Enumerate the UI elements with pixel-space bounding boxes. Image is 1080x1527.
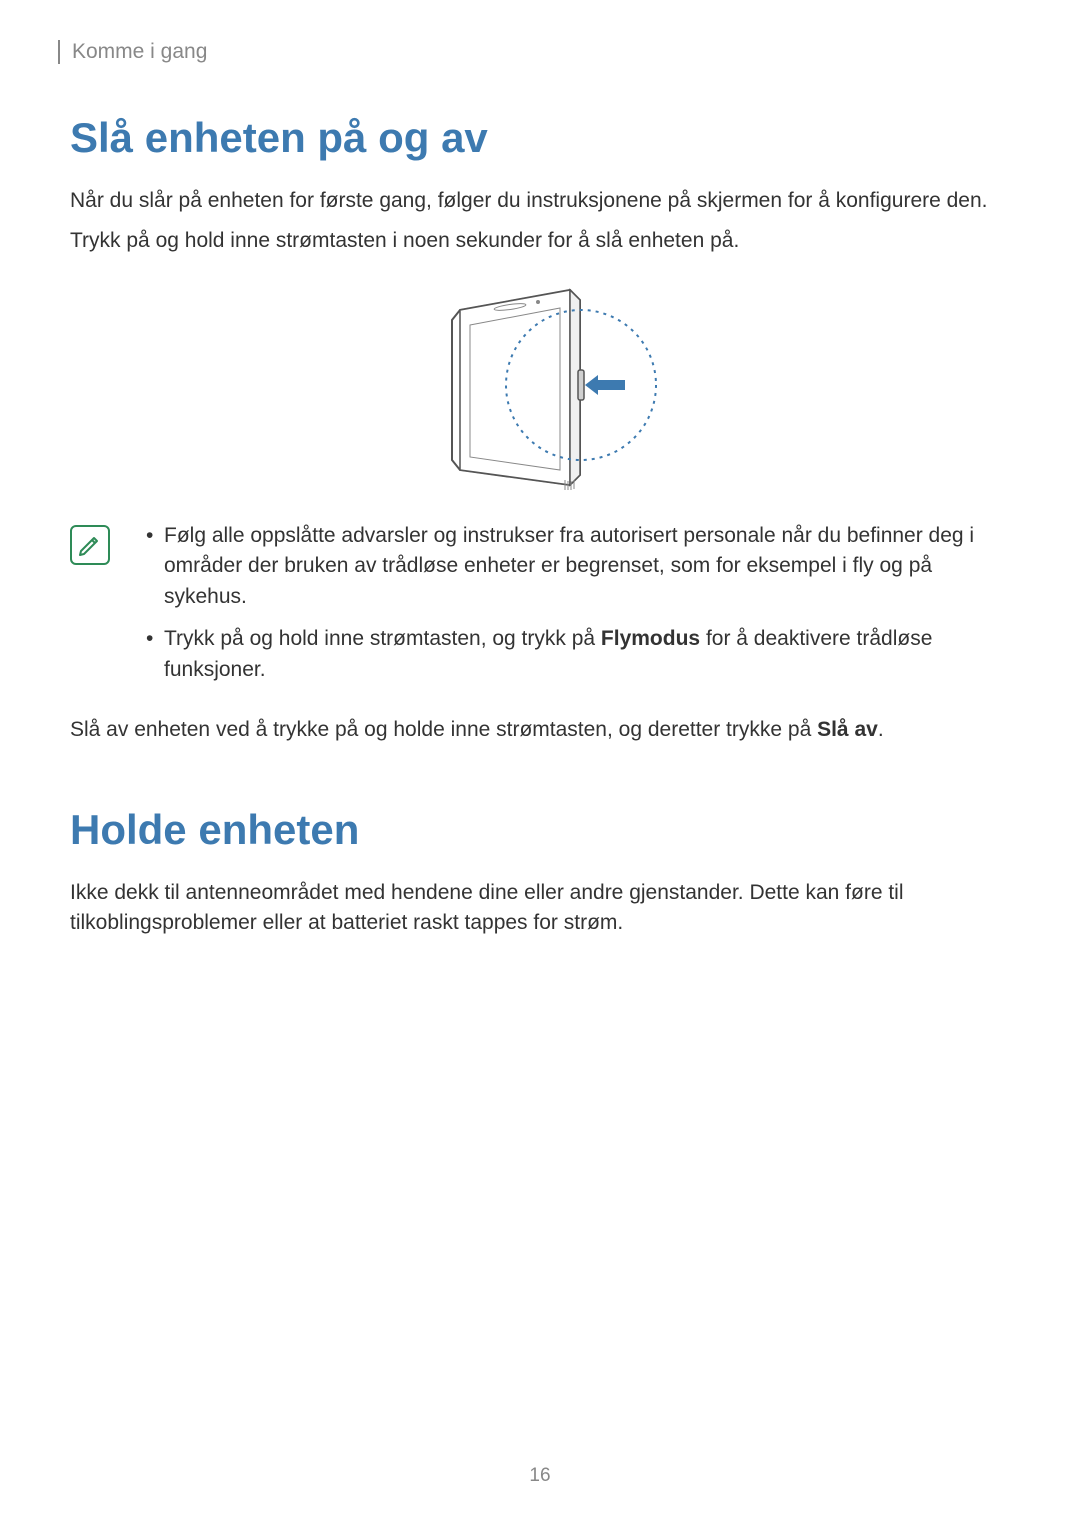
note-block: Følg alle oppslåtte advarsler og instruk… bbox=[70, 521, 1010, 697]
note-list: Følg alle oppslåtte advarsler og instruk… bbox=[140, 521, 1010, 697]
phone-power-button-illustration bbox=[400, 275, 680, 495]
page-number: 16 bbox=[0, 1465, 1080, 1487]
pencil-note-icon bbox=[76, 531, 104, 559]
heading-power-on-off: Slå enheten på og av bbox=[70, 114, 1010, 162]
list-item: Trykk på og hold inne strømtasten, og tr… bbox=[140, 624, 1010, 685]
device-illustration bbox=[70, 275, 1010, 495]
paragraph: Trykk på og hold inne strømtasten i noen… bbox=[70, 226, 1010, 256]
paragraph: Ikke dekk til antenneområdet med hendene… bbox=[70, 878, 1010, 939]
section-header: Komme i gang bbox=[58, 40, 1010, 64]
section-label: Komme i gang bbox=[72, 40, 207, 63]
list-item: Følg alle oppslåtte advarsler og instruk… bbox=[140, 521, 1010, 612]
paragraph-suffix: . bbox=[878, 718, 884, 741]
list-item-prefix: Trykk på og hold inne strømtasten, og tr… bbox=[164, 627, 601, 650]
paragraph-prefix: Slå av enheten ved å trykke på og holde … bbox=[70, 718, 817, 741]
heading-hold-device: Holde enheten bbox=[70, 806, 1010, 854]
list-item-text: Følg alle oppslåtte advarsler og instruk… bbox=[164, 524, 974, 608]
list-item-bold: Flymodus bbox=[601, 627, 700, 650]
paragraph-bold: Slå av bbox=[817, 718, 878, 741]
note-icon bbox=[70, 525, 110, 565]
paragraph: Når du slår på enheten for første gang, … bbox=[70, 186, 1010, 216]
paragraph: Slå av enheten ved å trykke på og holde … bbox=[70, 715, 1010, 745]
